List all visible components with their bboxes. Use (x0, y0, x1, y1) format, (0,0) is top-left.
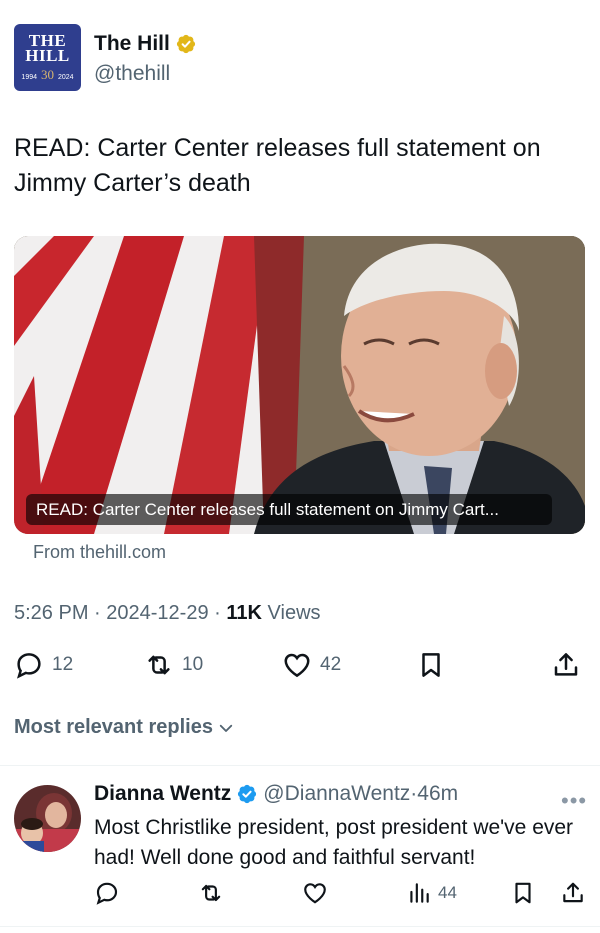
tweet-meta: 5:26 PM · 2024-12-29 · 11K Views (14, 602, 321, 625)
more-options-icon[interactable]: ••• (561, 788, 587, 814)
heart-icon (284, 653, 310, 678)
like-count: 42 (320, 654, 342, 675)
logo-years: 1994 30 2024 (21, 66, 74, 82)
views-count: 11K (226, 602, 262, 624)
meta-separator: · (94, 602, 101, 624)
like-button[interactable]: 42 (282, 650, 341, 680)
replies-sort-dropdown[interactable]: Most relevant replies (14, 716, 235, 739)
reply-repost-button[interactable] (198, 880, 224, 906)
meta-separator: · (214, 602, 221, 624)
repost-icon (201, 884, 221, 902)
reply-bookmark-button[interactable] (510, 880, 536, 906)
reply-author-handle[interactable]: @DiannaWentz (263, 782, 410, 806)
reply-count: 12 (52, 654, 74, 675)
logo-line2: HILL (25, 45, 70, 65)
divider (0, 926, 600, 927)
reply-header: Dianna Wentz @DiannaWentz · 46m (94, 782, 458, 806)
heart-icon (304, 883, 326, 904)
reply-views-button[interactable]: 44 (406, 880, 457, 906)
reply-author-name[interactable]: Dianna Wentz (94, 782, 231, 806)
bookmark-icon (422, 653, 440, 677)
divider (0, 765, 600, 766)
link-card-caption[interactable]: READ: Carter Center releases full statem… (26, 494, 552, 525)
tweet-time: 5:26 PM (14, 602, 89, 624)
repost-icon (148, 655, 170, 675)
account-handle[interactable]: @thehill (94, 62, 170, 86)
link-card-image[interactable] (14, 236, 585, 534)
repost-count: 10 (182, 654, 204, 675)
reply-share-button[interactable] (560, 880, 586, 906)
gold-verified-icon (176, 34, 195, 54)
reply-avatar-image (14, 785, 81, 852)
account-name[interactable]: The Hill (94, 32, 197, 56)
share-icon (554, 653, 578, 676)
reply-separator: · (410, 782, 418, 805)
reply-reply-button[interactable] (94, 880, 120, 906)
reply-avatar[interactable] (14, 785, 81, 852)
reply-views-count: 44 (438, 883, 457, 902)
tweet-date: 2024-12-29 (106, 602, 209, 624)
link-card-source[interactable]: From thehill.com (33, 542, 166, 563)
blue-verified-icon (238, 784, 257, 804)
account-name-text: The Hill (94, 32, 170, 55)
repost-button[interactable]: 10 (144, 650, 203, 680)
sort-label: Most relevant replies (14, 716, 213, 738)
reply-text: Most Christlike president, post presiden… (94, 816, 574, 869)
reply-icon (16, 653, 41, 679)
views-chart-icon (410, 883, 429, 903)
thehill-avatar-logo[interactable]: THE HILL 1994 30 2024 (14, 24, 81, 91)
reply-button[interactable]: 12 (14, 650, 73, 680)
tweet-text: READ: Carter Center releases full statem… (14, 134, 541, 197)
share-icon (563, 882, 583, 903)
carter-photo-image (14, 236, 585, 534)
views-label: Views (267, 602, 321, 624)
reply-icon (96, 882, 118, 905)
bookmark-button[interactable] (416, 650, 446, 680)
bookmark-icon (515, 882, 531, 904)
reply-time[interactable]: 46m (417, 782, 458, 806)
reply-like-button[interactable] (302, 880, 328, 906)
share-button[interactable] (551, 650, 581, 680)
chevron-down-icon (219, 724, 233, 732)
